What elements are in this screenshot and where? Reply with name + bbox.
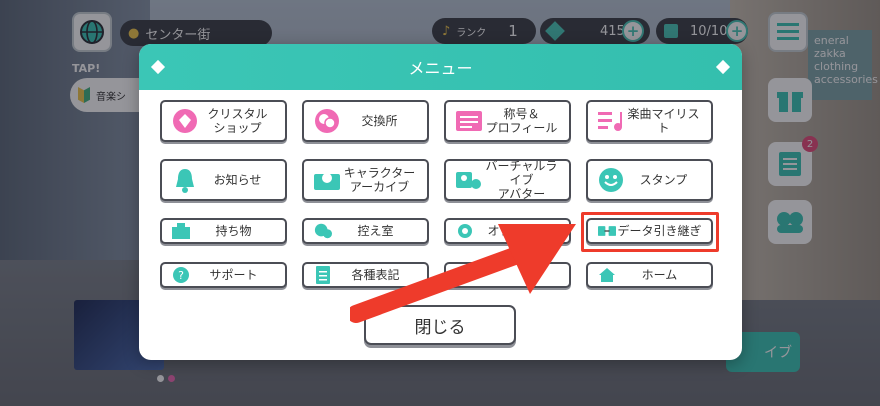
menu-crystal-shop[interactable]: クリスタル ショップ: [160, 100, 287, 142]
menu-home[interactable]: ホーム: [586, 262, 713, 288]
diamond-ornament-icon: [715, 59, 731, 75]
menu-character-archive[interactable]: キャラクター アーカイブ: [302, 159, 429, 201]
character-archive-icon: [314, 167, 340, 193]
smiley-icon: [598, 167, 624, 193]
menu-label: お知らせ: [213, 173, 262, 187]
menu-label: 持ち物: [215, 224, 252, 238]
avatar-icon: [456, 167, 482, 193]
menu-label: クリスタル ショップ: [207, 107, 268, 135]
menu-label: バーチャルライブ アバター: [485, 159, 558, 201]
menu-label: 楽曲マイリスト: [627, 107, 700, 135]
bell-icon: [172, 167, 198, 193]
menu-label: キャラクター アーカイブ: [343, 166, 416, 194]
menu-music-mylist[interactable]: 楽曲マイリスト: [586, 100, 713, 142]
document-icon: [314, 266, 332, 284]
menu-notice[interactable]: お知らせ: [160, 159, 287, 201]
music-list-icon: [598, 108, 624, 134]
menu-label: 交換所: [361, 114, 398, 128]
menu-support[interactable]: ? サポート: [160, 262, 287, 288]
svg-text:?: ?: [178, 269, 184, 282]
crystal-icon: [172, 108, 198, 134]
dialog-header: メニュー: [139, 44, 742, 90]
home-icon: [598, 266, 616, 284]
pointer-arrow-icon: [350, 224, 576, 323]
exchange-icon: [314, 108, 340, 134]
menu-items[interactable]: 持ち物: [160, 218, 287, 244]
menu-stamp[interactable]: スタンプ: [586, 159, 713, 201]
menu-label: ホーム: [641, 268, 678, 282]
profile-card-icon: [456, 108, 482, 134]
question-icon: ?: [172, 266, 190, 284]
menu-title-profile[interactable]: 称号＆ プロフィール: [444, 100, 571, 142]
menu-exchange[interactable]: 交換所: [302, 100, 429, 142]
menu-virtual-live-avatar[interactable]: バーチャルライブ アバター: [444, 159, 571, 201]
menu-label: スタンプ: [639, 173, 688, 187]
dialog-title: メニュー: [408, 59, 473, 78]
highlight-box: [581, 212, 719, 252]
menu-label: サポート: [209, 268, 258, 282]
diamond-ornament-icon: [150, 59, 166, 75]
box-icon: [172, 222, 190, 240]
room-icon: [314, 222, 332, 240]
menu-label: 称号＆ プロフィール: [485, 107, 558, 135]
